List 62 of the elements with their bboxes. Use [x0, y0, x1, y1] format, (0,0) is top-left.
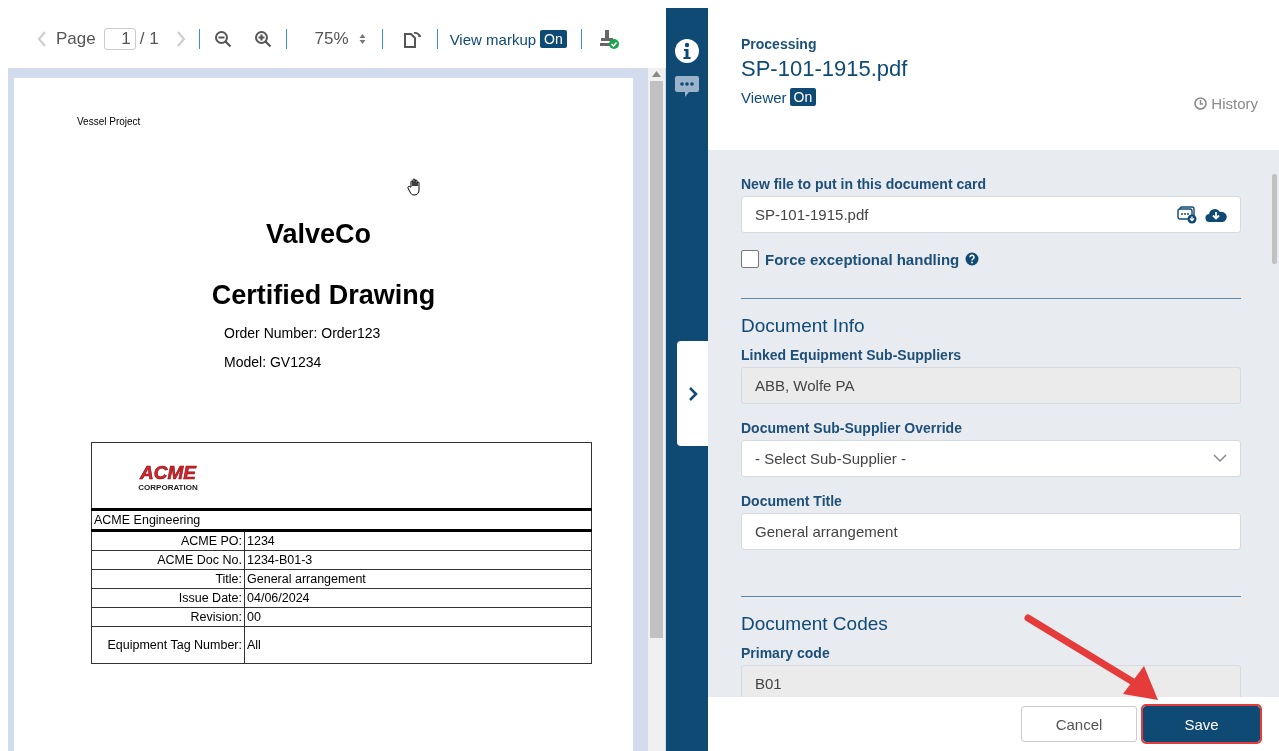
view-markup-label[interactable]: View markup [449, 30, 537, 48]
field-label: Document Title [741, 493, 843, 509]
rotate-page-icon[interactable] [402, 30, 423, 48]
table-label: Title: [215, 572, 242, 586]
viewer-label: Viewer [741, 88, 787, 106]
checkbox-label[interactable]: Force exceptional handling [765, 250, 960, 268]
table-value: 1234-B01-3 [247, 553, 313, 567]
table-heading: ACME Engineering [94, 513, 201, 527]
section-heading: Document Codes [741, 613, 889, 635]
table-value: General arrangement [247, 572, 366, 586]
file-name-title: SP-101-1915.pdf [741, 56, 909, 82]
clock-icon [1194, 97, 1208, 110]
zoom-out-icon[interactable] [213, 30, 232, 48]
page-number-field[interactable]: 1 [103, 28, 136, 50]
document-title: Certified Drawing [211, 280, 436, 311]
table-value: 00 [247, 610, 261, 624]
viewer-toggle[interactable]: On [789, 88, 817, 106]
company-logo: ACME CORPORATION [132, 462, 204, 492]
hand-cursor-icon [407, 178, 423, 196]
field-label: Primary code [741, 645, 831, 661]
stamp-approve-icon[interactable] [597, 28, 620, 50]
field-label: Linked Equipment Sub-Suppliers [741, 347, 963, 363]
page-header-text: Vessel Project [77, 116, 142, 127]
scrollbar[interactable] [648, 68, 665, 751]
help-icon[interactable] [965, 252, 980, 266]
comment-download-icon[interactable] [1177, 205, 1197, 224]
readonly-field: B01 [741, 665, 1241, 697]
checkbox[interactable] [741, 250, 759, 268]
page-total: / 1 [139, 29, 159, 49]
scroll-up-icon[interactable] [652, 71, 661, 77]
info-icon[interactable] [674, 38, 700, 64]
cancel-button[interactable]: Cancel [1021, 706, 1137, 742]
field-label: Document Sub-Supplier Override [741, 420, 963, 436]
chevron-right-icon [687, 386, 698, 401]
page-label: Page [56, 29, 96, 49]
table-label: ACME PO: [180, 534, 242, 548]
table-label: ACME Doc No. [157, 553, 242, 567]
zoom-in-icon[interactable] [253, 30, 272, 48]
table-value: 04/06/2024 [247, 591, 310, 605]
save-button[interactable]: Save [1143, 706, 1260, 742]
text-field[interactable]: General arrangement [741, 513, 1241, 550]
table-value: All [247, 638, 261, 652]
order-detail-text: Model: GV1234 [224, 354, 323, 370]
table-value: 1234 [247, 534, 275, 548]
scrollbar-thumb[interactable] [1272, 174, 1277, 264]
view-markup-toggle[interactable]: On [540, 30, 567, 48]
table-label: Issue Date: [178, 591, 242, 605]
cloud-download-icon[interactable] [1205, 206, 1227, 223]
table-label: Revision: [190, 610, 242, 624]
field-label: New file to put in this document card [741, 176, 987, 192]
file-field[interactable]: SP-101-1915.pdf [741, 196, 1241, 233]
history-link[interactable]: History [1194, 95, 1258, 112]
readonly-field: ABB, Wolfe PA [741, 367, 1241, 404]
section-heading: Document Info [741, 315, 866, 337]
chevron-down-icon [1213, 454, 1227, 463]
stepper-icon[interactable] [358, 33, 366, 45]
select-dropdown[interactable]: - Select Sub-Supplier - [741, 440, 1241, 477]
company-title: ValveCo [265, 219, 372, 250]
table-label: Equipment Tag Number: [107, 638, 242, 652]
status-label: Processing [741, 36, 818, 52]
zoom-level[interactable]: 75% [314, 29, 349, 49]
order-detail-text: Order Number: Order123 [224, 325, 382, 341]
